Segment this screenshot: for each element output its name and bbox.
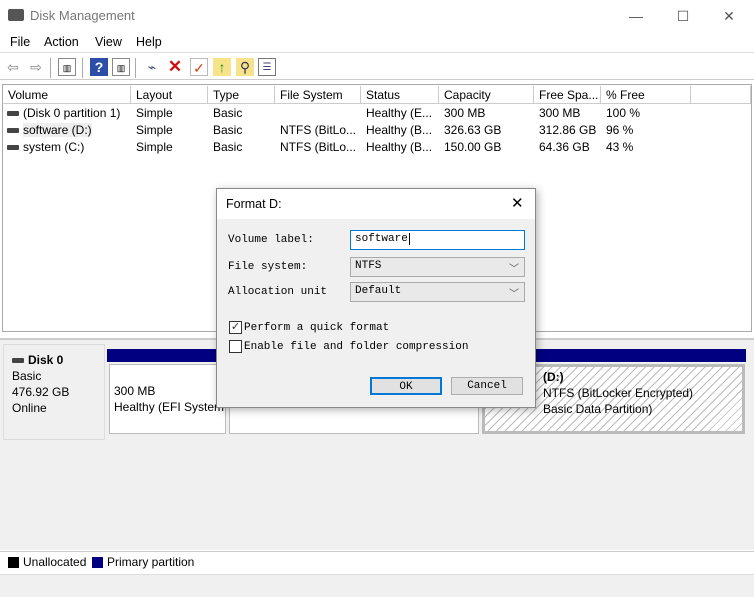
delete-icon[interactable]: ✕ <box>166 58 184 76</box>
allocation-unit-select[interactable]: Default ﹀ <box>350 282 525 302</box>
disk-0-label[interactable]: Disk 0 Basic 476.92 GB Online <box>3 344 105 440</box>
close-button[interactable]: ✕ <box>709 4 749 28</box>
dialog-close-button[interactable]: ✕ <box>511 194 524 212</box>
legend-primary: Primary partition <box>107 555 195 569</box>
table-cell: Basic <box>213 106 243 120</box>
table-cell: Simple <box>136 140 173 154</box>
window-title: Disk Management <box>30 8 135 23</box>
legend: Unallocated Primary partition <box>0 551 754 573</box>
column-layout[interactable]: Layout <box>131 86 208 104</box>
disk-size: 476.92 GB <box>12 385 70 399</box>
quick-format-label: Perform a quick format <box>244 322 390 334</box>
chevron-down-icon: ﹀ <box>509 265 519 276</box>
back-icon[interactable]: ⇦ <box>4 58 22 76</box>
disk-state: Online <box>12 401 47 415</box>
column-percent-free[interactable]: % Free <box>601 86 691 104</box>
menu-file[interactable]: File <box>10 35 30 49</box>
primary-swatch <box>92 557 103 568</box>
minimize-button[interactable]: — <box>616 4 656 28</box>
disk-name: Disk 0 <box>28 353 64 367</box>
allocation-unit-caption: Allocation unit <box>228 286 328 298</box>
menu-view[interactable]: View <box>95 35 122 49</box>
folder-up-icon[interactable]: ↑ <box>213 58 231 76</box>
search-folder-icon[interactable]: ⚲ <box>236 58 254 76</box>
volume-label-caption: Volume label: <box>228 234 314 246</box>
column-file-system[interactable]: File System <box>275 86 361 104</box>
forward-icon[interactable]: ⇨ <box>27 58 45 76</box>
volume-icon <box>7 145 19 150</box>
table-cell: system (C:) <box>23 140 85 154</box>
column-volume[interactable]: Volume <box>3 86 131 104</box>
toolbar: ⇦ ⇨ ▥ ? ▥ ⌁ ✕ ✓ ↑ ⚲ ☰ <box>0 54 754 80</box>
table-cell: Basic <box>213 123 243 137</box>
table-cell: Healthy (B... <box>366 140 433 154</box>
table-cell: Simple <box>136 106 173 120</box>
properties-icon[interactable]: ✓ <box>190 58 208 76</box>
compression-label: Enable file and folder compression <box>244 341 469 353</box>
legend-unallocated: Unallocated <box>23 555 87 569</box>
list-icon[interactable]: ☰ <box>258 58 276 76</box>
table-cell: 64.36 GB <box>539 140 590 154</box>
cancel-button[interactable]: Cancel <box>451 377 523 395</box>
table-cell: 300 MB <box>444 106 486 120</box>
maximize-button[interactable]: ☐ <box>663 4 703 28</box>
connect-icon[interactable]: ⌁ <box>143 58 161 76</box>
volume-icon <box>7 111 19 116</box>
column-status[interactable]: Status <box>361 86 439 104</box>
partition-fs: NTFS (BitLocker Encrypted) <box>543 386 694 400</box>
partition-title: (D:) <box>543 370 564 384</box>
menu-help[interactable]: Help <box>136 35 162 49</box>
status-bar <box>0 574 754 597</box>
table-cell: (Disk 0 partition 1) <box>23 106 121 120</box>
partition-size: 300 MB <box>114 384 156 398</box>
table-cell: 300 MB <box>539 106 581 120</box>
chevron-down-icon: ﹀ <box>509 290 519 301</box>
table-cell: 326.63 GB <box>444 123 502 137</box>
table-cell: 43 % <box>606 140 634 154</box>
disk-icon <box>12 358 24 364</box>
volume-icon <box>7 128 19 133</box>
table-cell: 150.00 GB <box>444 140 502 154</box>
table-cell: Simple <box>136 123 173 137</box>
table-cell: 312.86 GB <box>539 123 597 137</box>
file-system-select[interactable]: NTFS ﹀ <box>350 257 525 277</box>
partition-efi[interactable]: 300 MB Healthy (EFI System <box>109 364 226 434</box>
dialog-title: Format D: <box>226 197 282 211</box>
file-system-caption: File system: <box>228 261 308 273</box>
format-dialog: Format D: ✕ Volume label: software File … <box>216 188 536 408</box>
column-capacity[interactable]: Capacity <box>439 86 534 104</box>
menu-bar: File Action View Help <box>0 32 754 53</box>
table-cell: Healthy (E... <box>366 106 433 120</box>
table-cell: Basic <box>213 140 243 154</box>
menu-action[interactable]: Action <box>44 35 79 49</box>
unallocated-swatch <box>8 557 19 568</box>
action-pane-icon[interactable]: ▥ <box>112 58 130 76</box>
disk-management-icon <box>8 9 24 21</box>
column-type[interactable]: Type <box>208 86 275 104</box>
help-icon[interactable]: ? <box>90 58 108 76</box>
partition-status: Basic Data Partition) <box>543 402 653 416</box>
partition-status: Healthy (EFI System <box>114 400 225 414</box>
table-cell: NTFS (BitLo... <box>280 123 357 137</box>
table-cell: 100 % <box>606 106 641 120</box>
table-cell: 96 % <box>606 123 634 137</box>
table-cell: NTFS (BitLo... <box>280 140 357 154</box>
dialog-title-bar: Format D: ✕ <box>217 189 535 219</box>
quick-format-checkbox[interactable]: ✓ <box>229 321 242 334</box>
column-free-space[interactable]: Free Spa... <box>534 86 601 104</box>
volume-label-input[interactable]: software <box>350 230 525 250</box>
disk-type: Basic <box>12 369 42 383</box>
table-cell: Healthy (B... <box>366 123 433 137</box>
ok-button[interactable]: OK <box>370 377 442 395</box>
console-tree-icon[interactable]: ▥ <box>58 58 76 76</box>
table-cell: software (D:) <box>23 123 92 137</box>
title-bar: Disk Management — ☐ ✕ <box>0 0 754 32</box>
compression-checkbox[interactable] <box>229 340 242 353</box>
